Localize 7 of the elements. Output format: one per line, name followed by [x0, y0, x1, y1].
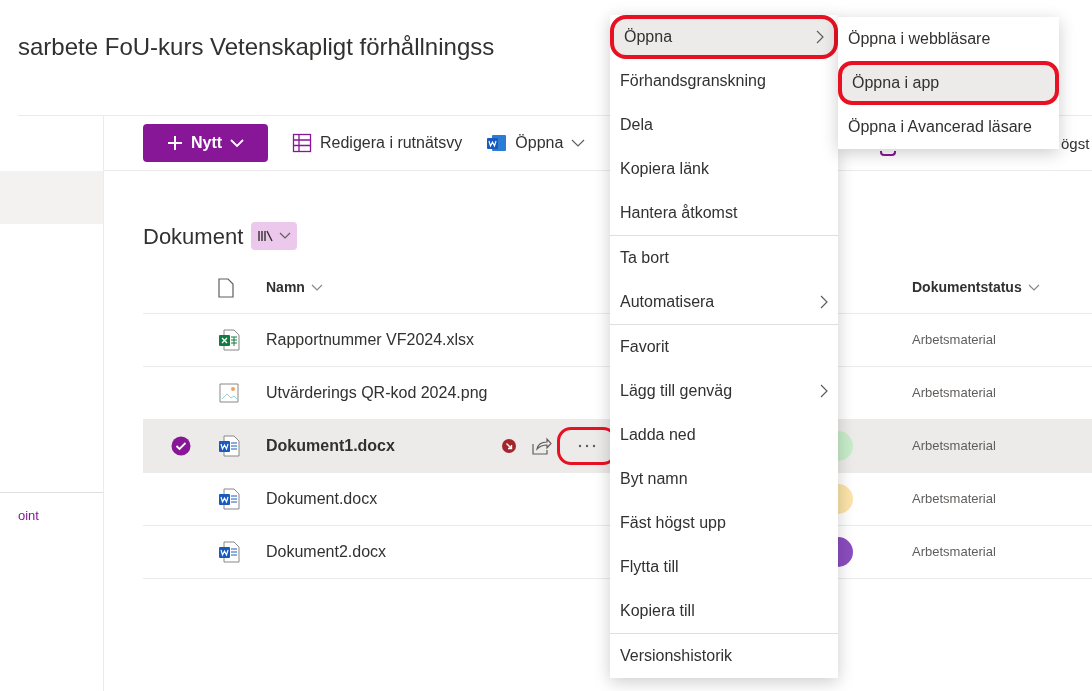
page-title: sarbete FoU-kurs Vetenskapligt förhållningss [18, 31, 495, 62]
status-cell-text: Arbetsmaterial [912, 331, 996, 350]
status-cell-text: Arbetsmaterial [912, 437, 996, 456]
status-cell-text: Arbetsmaterial [912, 384, 996, 403]
library-title: Dokument [143, 222, 244, 251]
status-cell-text: Arbetsmaterial [912, 543, 996, 562]
status-cell-text: Arbetsmaterial [912, 490, 996, 509]
